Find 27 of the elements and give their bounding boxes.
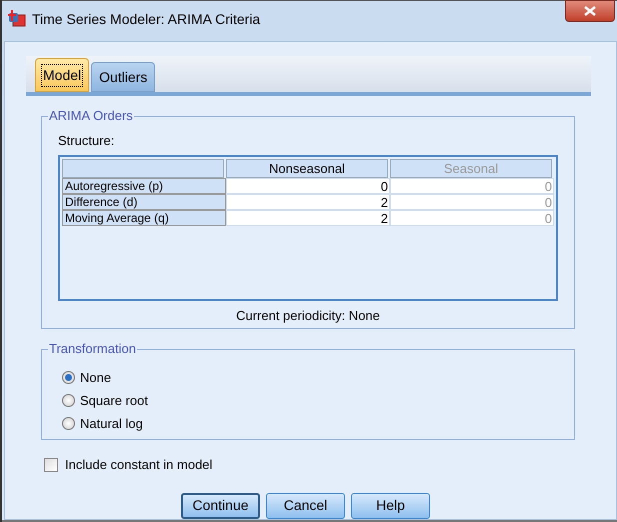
column-header: Nonseasonal: [226, 158, 388, 178]
dialog-button[interactable]: Continue: [181, 492, 260, 518]
radio-label: None: [80, 368, 112, 387]
row-header: Moving Average (q): [62, 210, 226, 226]
close-button[interactable]: [565, 0, 615, 22]
table-cell[interactable]: 2: [226, 194, 390, 210]
dialog-button[interactable]: Help: [351, 492, 430, 518]
radio-button[interactable]: [62, 417, 75, 430]
row-header: Autoregressive (p): [62, 178, 226, 194]
tab[interactable]: Model: [35, 58, 90, 92]
close-icon: [584, 6, 596, 16]
radio-label: Natural log: [80, 414, 143, 433]
checkbox[interactable]: [44, 458, 58, 472]
dialog-button[interactable]: Cancel: [266, 492, 345, 518]
radio-button[interactable]: [62, 394, 75, 407]
window-title: Time Series Modeler: ARIMA Criteria: [32, 10, 260, 29]
radio-label: Square root: [80, 392, 148, 410]
column-header: Seasonal: [390, 158, 552, 178]
table-cell[interactable]: 2: [226, 210, 390, 226]
periodicity-label: Current periodicity: None: [235, 306, 381, 325]
app-icon: [8, 9, 26, 27]
checkbox-label: Include constant in model: [65, 456, 212, 474]
radio-button[interactable]: [62, 371, 75, 384]
structure-label: Structure:: [58, 132, 116, 150]
row-header: Difference (d): [62, 194, 226, 210]
tab[interactable]: Outliers: [91, 62, 156, 92]
table-cell[interactable]: 0: [226, 178, 390, 194]
